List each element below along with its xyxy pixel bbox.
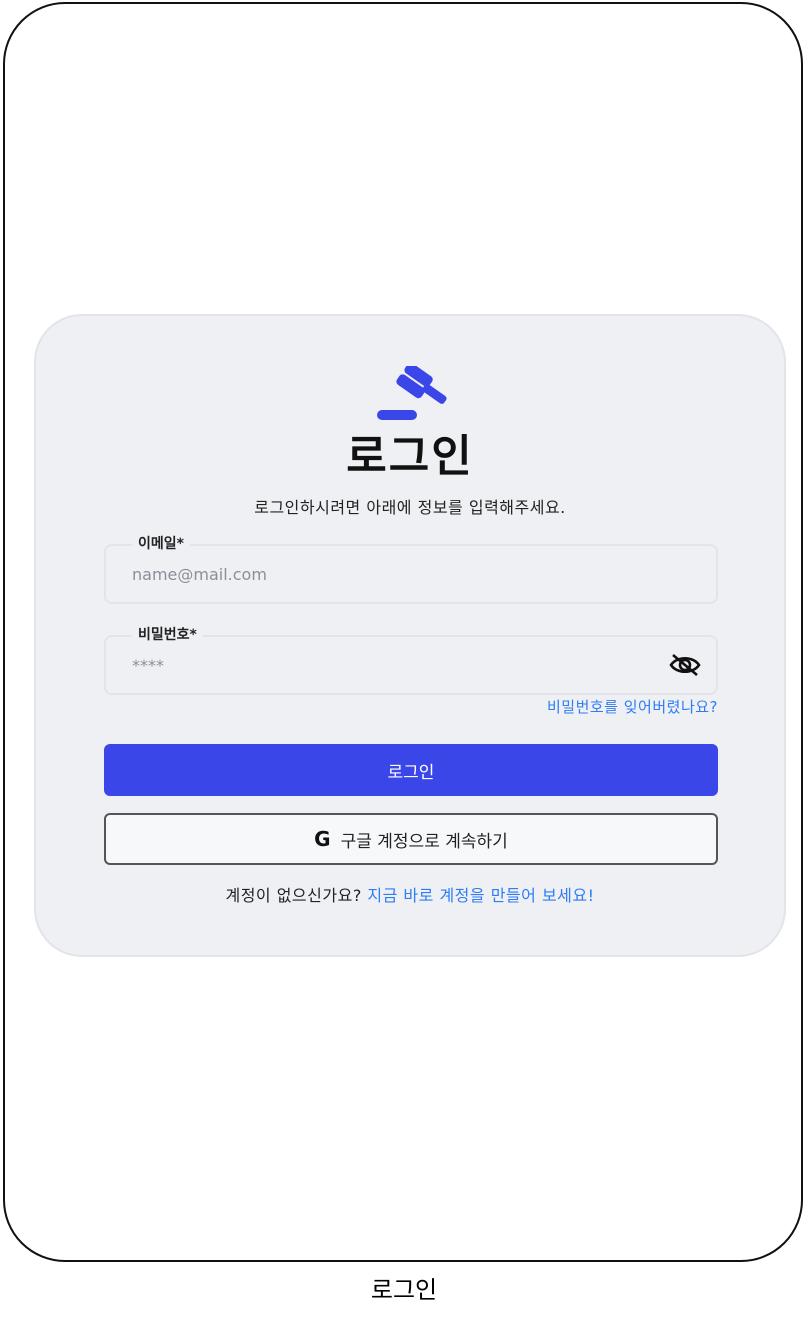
google-icon: G	[314, 827, 331, 851]
signup-link[interactable]: 지금 바로 계정을 만들어 보세요!	[367, 886, 594, 905]
google-login-button[interactable]: G 구글 계정으로 계속하기	[104, 813, 718, 865]
login-button[interactable]: 로그인	[104, 744, 718, 796]
device-frame: 로그인 로그인하시려면 아래에 정보를 입력해주세요. 이메일* 비밀번호* 비…	[3, 2, 803, 1262]
no-account-text: 계정이 없으신가요?	[225, 886, 362, 905]
forgot-password-link[interactable]: 비밀번호를 잊어버렸나요?	[547, 696, 718, 717]
eye-off-icon[interactable]	[668, 652, 702, 678]
password-input[interactable]	[132, 637, 652, 693]
password-field: 비밀번호*	[104, 624, 718, 695]
signup-prompt: 계정이 없으신가요? 지금 바로 계정을 만들어 보세요!	[36, 882, 784, 906]
gavel-logo-icon	[377, 366, 447, 420]
google-login-label: 구글 계정으로 계속하기	[340, 831, 508, 852]
screen-caption: 로그인	[370, 1276, 438, 1304]
page-title: 로그인	[346, 431, 474, 482]
login-card: 로그인 로그인하시려면 아래에 정보를 입력해주세요. 이메일* 비밀번호* 비…	[34, 314, 786, 957]
page-subtitle: 로그인하시려면 아래에 정보를 입력해주세요.	[254, 498, 566, 517]
email-field: 이메일*	[104, 533, 718, 604]
email-input[interactable]	[132, 546, 652, 602]
